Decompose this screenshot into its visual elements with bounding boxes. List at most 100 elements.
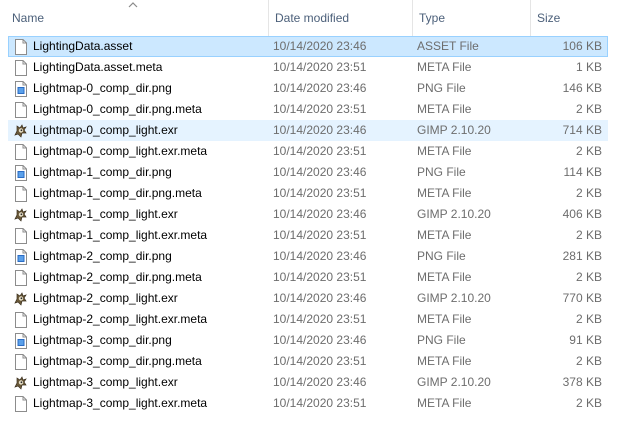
file-date-modified: 10/14/2020 23:46 [273, 207, 367, 221]
file-row[interactable]: Lightmap-1_comp_light.exr 10/14/2020 23:4… [8, 204, 608, 225]
blank-file-icon [14, 60, 28, 76]
file-type: GIMP 2.10.20 [417, 123, 491, 137]
file-date-modified: 10/14/2020 23:51 [273, 396, 367, 410]
blank-file-icon [14, 354, 28, 370]
file-row[interactable]: Lightmap-0_comp_dir.png.meta 10/14/2020 2… [8, 99, 608, 120]
file-size: 281 KB [562, 249, 602, 263]
file-size: 2 KB [575, 396, 602, 410]
file-name: Lightmap-2_comp_dir.png.meta [33, 270, 202, 284]
file-name: LightingData.asset.meta [33, 60, 163, 74]
file-row[interactable]: LightingData.asset 10/14/2020 23:46 ASSET … [8, 36, 608, 57]
file-date-modified: 10/14/2020 23:46 [273, 291, 367, 305]
blank-file-icon [14, 228, 28, 244]
file-size: 406 KB [562, 207, 602, 221]
file-date-modified: 10/14/2020 23:46 [273, 333, 367, 347]
gimp-file-icon [14, 123, 28, 139]
file-type: GIMP 2.10.20 [417, 291, 491, 305]
file-type: GIMP 2.10.20 [417, 375, 491, 389]
file-date-modified: 10/14/2020 23:46 [273, 123, 367, 137]
file-date-modified: 10/14/2020 23:51 [273, 270, 367, 284]
file-type: META File [417, 102, 472, 116]
file-size: 106 KB [562, 39, 602, 53]
file-name: LightingData.asset [33, 39, 133, 53]
file-size: 91 KB [569, 333, 602, 347]
column-header-type[interactable]: Type [412, 0, 530, 36]
file-date-modified: 10/14/2020 23:51 [273, 144, 367, 158]
file-name: Lightmap-3_comp_dir.png.meta [33, 354, 202, 368]
file-type: META File [417, 60, 472, 74]
file-type: META File [417, 396, 472, 410]
file-row[interactable]: LightingData.asset.meta 10/14/2020 23:51 M… [8, 57, 608, 78]
file-name: Lightmap-3_comp_light.exr [33, 375, 178, 389]
file-row[interactable]: Lightmap-3_comp_dir.png 10/14/2020 23:46 P… [8, 330, 608, 351]
file-date-modified: 10/14/2020 23:51 [273, 354, 367, 368]
file-date-modified: 10/14/2020 23:46 [273, 39, 367, 53]
file-type: PNG File [417, 249, 466, 263]
file-size: 770 KB [562, 291, 602, 305]
file-name: Lightmap-3_comp_light.exr.meta [33, 396, 208, 410]
gimp-file-icon [14, 291, 28, 307]
file-size: 2 KB [575, 144, 602, 158]
file-name: Lightmap-1_comp_light.exr.meta [33, 228, 208, 242]
file-date-modified: 10/14/2020 23:51 [273, 60, 367, 74]
file-date-modified: 10/14/2020 23:46 [273, 249, 367, 263]
png-file-icon [14, 165, 28, 181]
file-type: META File [417, 354, 472, 368]
file-row[interactable]: Lightmap-2_comp_light.exr 10/14/2020 23:4… [8, 288, 608, 309]
file-size: 2 KB [575, 102, 602, 116]
file-size: 1 KB [575, 60, 602, 74]
file-row[interactable]: Lightmap-2_comp_dir.png 10/14/2020 23:46 P… [8, 246, 608, 267]
file-date-modified: 10/14/2020 23:46 [273, 375, 367, 389]
file-type: META File [417, 144, 472, 158]
file-row[interactable]: Lightmap-2_comp_dir.png.meta 10/14/2020 2… [8, 267, 608, 288]
file-size: 2 KB [575, 354, 602, 368]
column-header-bar: Name Date modified Type Size [0, 0, 635, 36]
file-row[interactable]: Lightmap-2_comp_light.exr.meta 10/14/2020… [8, 309, 608, 330]
file-name: Lightmap-2_comp_light.exr [33, 291, 178, 305]
blank-file-icon [14, 144, 28, 160]
file-date-modified: 10/14/2020 23:46 [273, 165, 367, 179]
png-file-icon [14, 249, 28, 265]
file-name: Lightmap-0_comp_dir.png [33, 81, 172, 95]
file-type: GIMP 2.10.20 [417, 207, 491, 221]
gimp-file-icon [14, 207, 28, 223]
column-header-date-modified[interactable]: Date modified [268, 0, 412, 36]
file-row[interactable]: Lightmap-0_comp_light.exr.meta 10/14/2020… [8, 141, 608, 162]
file-type: META File [417, 270, 472, 284]
file-date-modified: 10/14/2020 23:51 [273, 186, 367, 200]
file-type: PNG File [417, 333, 466, 347]
file-size: 714 KB [562, 123, 602, 137]
file-name: Lightmap-1_comp_dir.png [33, 165, 172, 179]
blank-file-icon [14, 39, 28, 55]
file-size: 2 KB [575, 186, 602, 200]
file-row[interactable]: Lightmap-1_comp_dir.png.meta 10/14/2020 2… [8, 183, 608, 204]
file-type: META File [417, 312, 472, 326]
file-size: 378 KB [562, 375, 602, 389]
file-size: 2 KB [575, 312, 602, 326]
column-header-size[interactable]: Size [530, 0, 610, 36]
file-row[interactable]: Lightmap-0_comp_dir.png 10/14/2020 23:46 P… [8, 78, 608, 99]
png-file-icon [14, 81, 28, 97]
file-type: ASSET File [417, 39, 479, 53]
file-type: PNG File [417, 165, 466, 179]
file-row[interactable]: Lightmap-3_comp_light.exr 10/14/2020 23:4… [8, 372, 608, 393]
file-name: Lightmap-0_comp_dir.png.meta [33, 102, 202, 116]
file-date-modified: 10/14/2020 23:51 [273, 228, 367, 242]
file-date-modified: 10/14/2020 23:51 [273, 102, 367, 116]
file-date-modified: 10/14/2020 23:51 [273, 312, 367, 326]
file-row[interactable]: Lightmap-1_comp_dir.png 10/14/2020 23:46 P… [8, 162, 608, 183]
blank-file-icon [14, 396, 28, 412]
file-date-modified: 10/14/2020 23:46 [273, 81, 367, 95]
file-row[interactable]: Lightmap-3_comp_light.exr.meta 10/14/2020… [8, 393, 608, 414]
file-size: 2 KB [575, 270, 602, 284]
file-row[interactable]: Lightmap-1_comp_light.exr.meta 10/14/2020… [8, 225, 608, 246]
column-header-name[interactable]: Name [6, 0, 268, 36]
file-row[interactable]: Lightmap-0_comp_light.exr 10/14/2020 23:4… [8, 120, 608, 141]
file-name: Lightmap-2_comp_dir.png [33, 249, 172, 263]
file-name: Lightmap-0_comp_light.exr [33, 123, 178, 137]
file-name: Lightmap-3_comp_dir.png [33, 333, 172, 347]
file-size: 146 KB [562, 81, 602, 95]
file-row[interactable]: Lightmap-3_comp_dir.png.meta 10/14/2020 2… [8, 351, 608, 372]
blank-file-icon [14, 312, 28, 328]
file-type: META File [417, 228, 472, 242]
